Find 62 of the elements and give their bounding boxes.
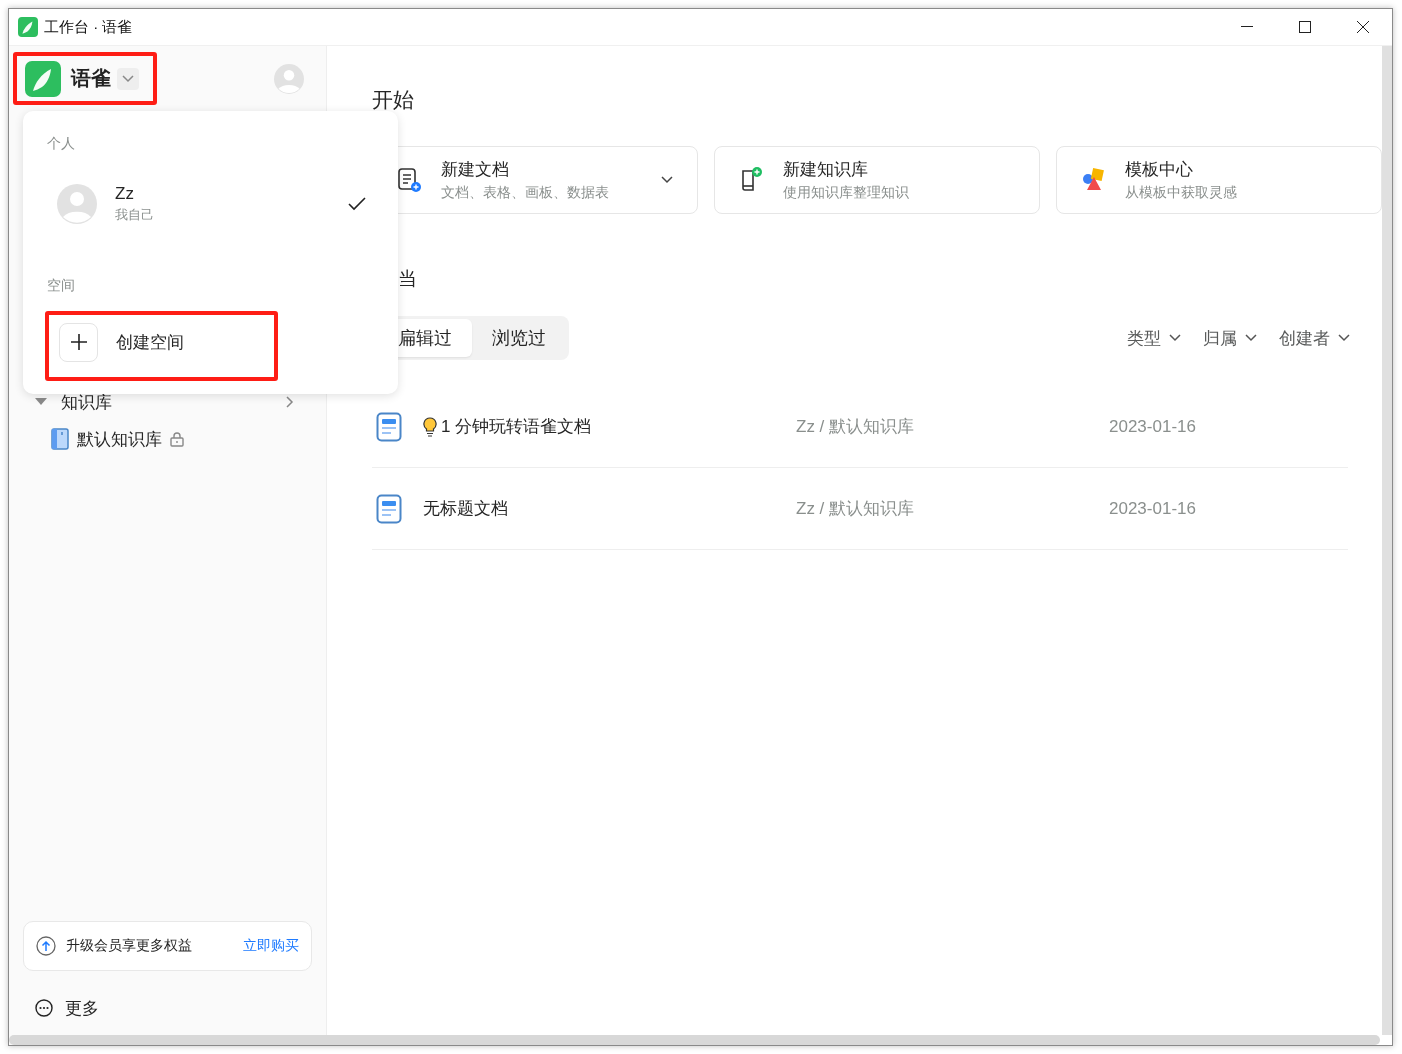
menu-heading: 个人 — [47, 135, 76, 153]
card-title: 新建知识库 — [783, 159, 869, 181]
document-row[interactable]: 无标题文档 Zz / 默认知识库 2023-01-16 — [372, 468, 1348, 550]
card-title: 新建文档 — [441, 159, 510, 181]
card-subtitle: 从模板中获取灵感 — [1125, 184, 1237, 202]
document-path: Zz / 默认知识库 — [796, 498, 916, 520]
account-subtitle: 我自己 — [115, 206, 154, 224]
document-date: 2023-01-16 — [1109, 498, 1197, 519]
card-subtitle: 文档、表格、画板、数据表 — [441, 184, 609, 202]
document-icon — [376, 493, 402, 524]
brand-name: 语雀 — [71, 66, 111, 91]
document-title: 无标题文档 — [423, 498, 509, 520]
account-item[interactable]: Zz 我自己 — [47, 159, 374, 249]
new-book-icon — [739, 166, 765, 194]
document-row[interactable]: 1 分钟玩转语雀文档 Zz / 默认知识库 2023-01-16 — [372, 386, 1348, 468]
tree-item[interactable]: 知识库 — [23, 387, 312, 417]
tab[interactable]: 浏览过 — [472, 319, 566, 357]
card-subtitle: 使用知识库整理知识 — [783, 184, 909, 202]
plus-icon — [69, 333, 88, 351]
upgrade-text: 升级会员享更多权益 — [66, 937, 192, 955]
upgrade-icon — [36, 936, 56, 956]
app-logo — [25, 60, 61, 97]
buy-now-link[interactable]: 立即购买 — [243, 937, 299, 955]
chevron-right-icon — [286, 396, 294, 408]
app-logo — [18, 17, 38, 37]
document-icon — [376, 411, 402, 442]
account-name: Zz — [115, 184, 135, 204]
book-icon — [51, 428, 69, 450]
document-title: 1 分钟玩转语雀文档 — [423, 415, 796, 438]
menu-heading: 空间 — [47, 277, 76, 295]
brand-dropdown-button[interactable] — [117, 67, 139, 90]
filter-dropdown[interactable]: 类型 — [1127, 326, 1181, 350]
shapes-icon — [1081, 167, 1107, 193]
window-title: 工作台 · 语雀 — [44, 17, 133, 37]
maximize-icon — [1299, 21, 1311, 33]
tree-label: 默认知识库 — [77, 428, 162, 451]
account-avatar — [57, 184, 97, 224]
quick-action-card[interactable]: 新建知识库 使用知识库整理知识 — [714, 146, 1040, 214]
chevron-down-icon — [1169, 334, 1181, 342]
tree-label: 知识库 — [61, 391, 112, 414]
document-date: 2023-01-16 — [1109, 416, 1197, 437]
vertical-scrollbar[interactable] — [1382, 46, 1392, 1035]
section-title: 开始 — [372, 87, 415, 113]
filter-dropdown[interactable]: 创建者 — [1279, 326, 1350, 350]
user-avatar — [274, 63, 304, 94]
caret-down-icon — [35, 398, 47, 406]
minimize-icon — [1241, 26, 1253, 28]
close-icon — [1357, 21, 1369, 33]
horizontal-scrollbar[interactable] — [9, 1035, 1380, 1045]
chevron-down-icon — [122, 74, 134, 83]
chevron-down-icon — [1245, 334, 1257, 342]
chevron-down-icon — [661, 176, 673, 184]
chevron-down-icon — [1338, 334, 1350, 342]
document-path: Zz / 默认知识库 — [796, 416, 916, 438]
card-title: 模板中心 — [1125, 159, 1194, 181]
tree-item[interactable]: 默认知识库 — [23, 417, 312, 461]
more-button[interactable]: 更多 — [23, 988, 111, 1028]
filter-dropdown[interactable]: 归属 — [1203, 326, 1257, 350]
create-space-button[interactable]: 创建空间 — [55, 317, 184, 367]
quick-action-card[interactable]: 模板中心 从模板中获取灵感 — [1056, 146, 1382, 214]
more-icon — [35, 999, 53, 1017]
section-title: 当 — [398, 267, 418, 291]
